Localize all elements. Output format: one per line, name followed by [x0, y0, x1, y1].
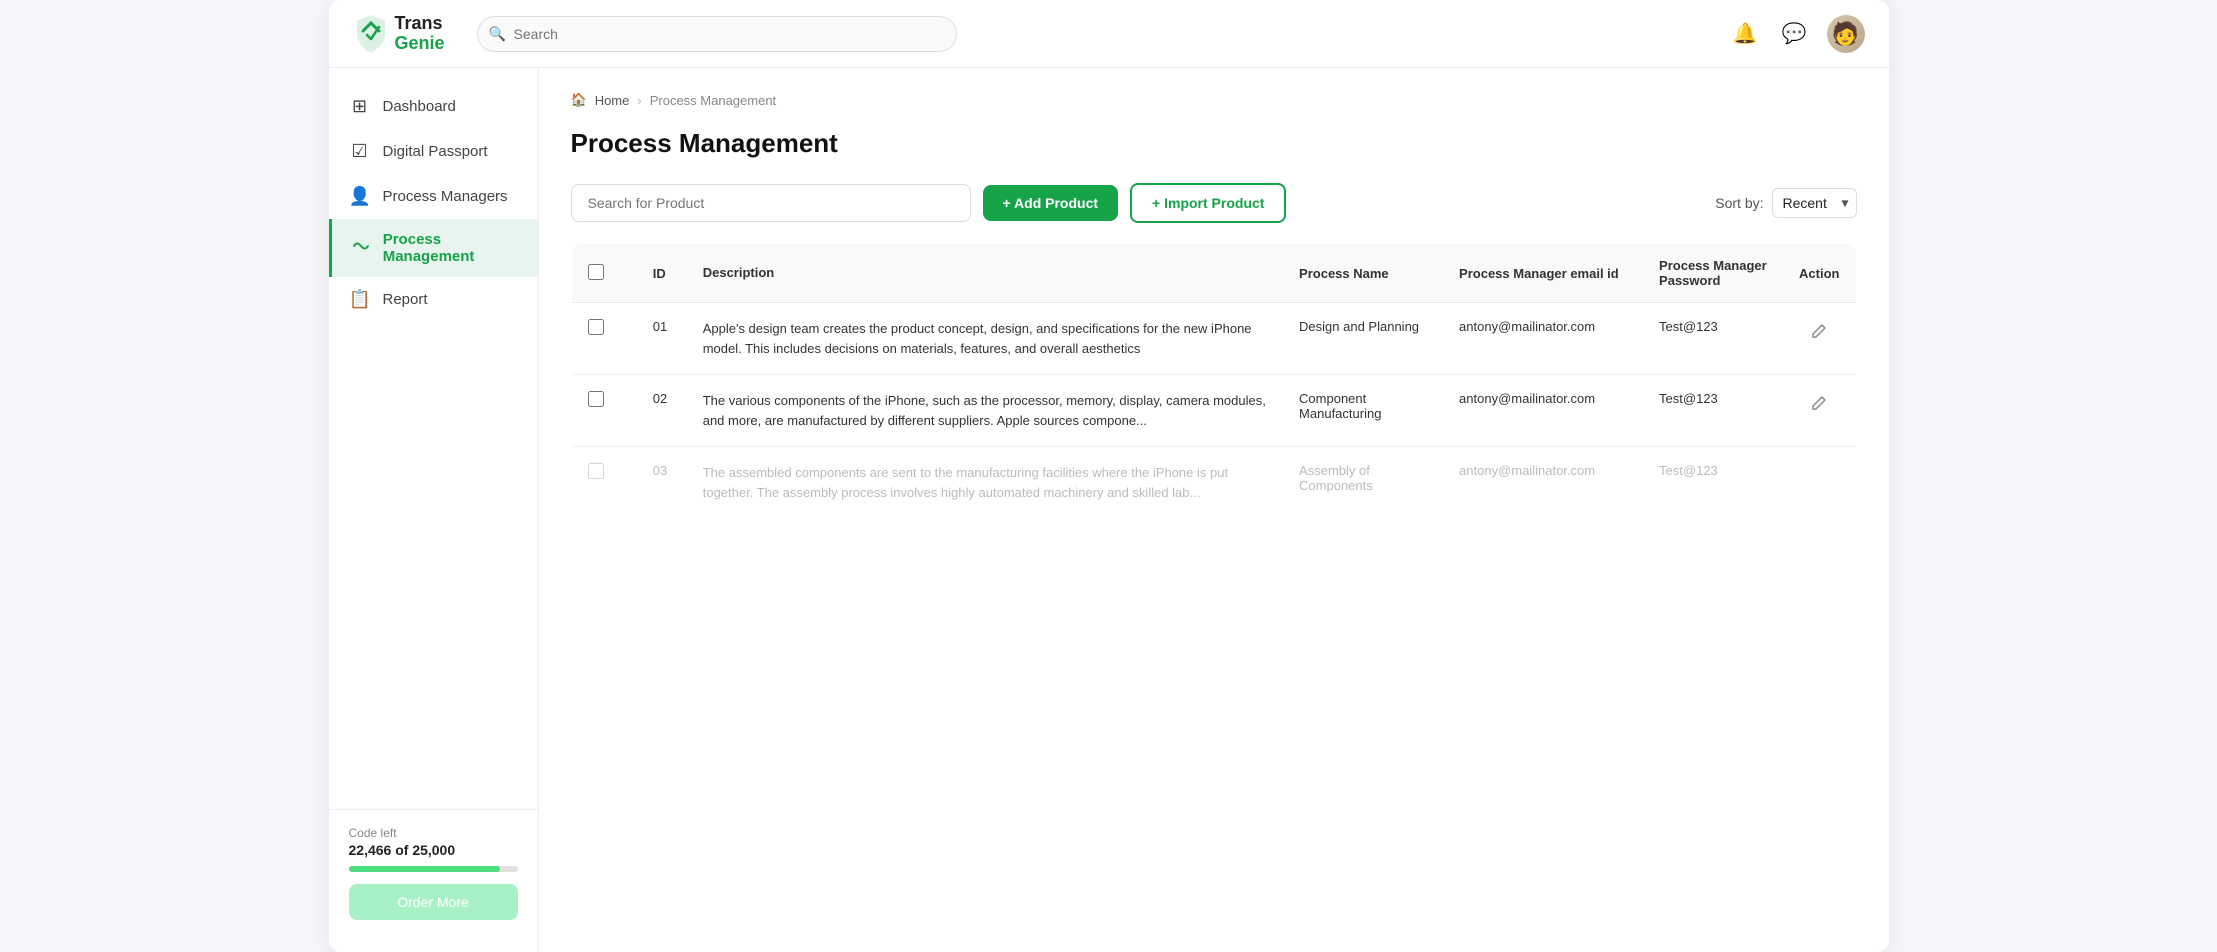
row1-process-name: Design and Planning	[1283, 303, 1443, 375]
row1-password: Test@123	[1643, 303, 1783, 375]
row3-password: Test@123	[1643, 447, 1783, 519]
row3-action	[1783, 447, 1856, 519]
sidebar-item-label: Process Management	[383, 231, 518, 265]
search-input[interactable]	[477, 16, 957, 52]
table-row: 02 The various components of the iPhone,…	[571, 375, 1856, 447]
sidebar-item-process-managers[interactable]: 👤 Process Managers	[329, 174, 538, 219]
row2-process-name: Component Manufacturing	[1283, 375, 1443, 447]
row1-email: antony@mailinator.com	[1443, 303, 1643, 375]
sidebar-item-dashboard[interactable]: ⊞ Dashboard	[329, 84, 538, 129]
sidebar-item-label: Dashboard	[383, 98, 456, 115]
main-content: 🏠 Home › Process Management Process Mana…	[539, 68, 1889, 952]
col-header-checkbox	[571, 244, 637, 303]
col-header-email: Process Manager email id	[1443, 244, 1643, 303]
col-header-password: Process Manager Password	[1643, 244, 1783, 303]
avatar[interactable]: 🧑	[1827, 15, 1865, 53]
row1-action	[1783, 303, 1856, 375]
sort-wrapper: Recent Oldest A-Z Z-A	[1772, 188, 1857, 218]
row2-description: The various components of the iPhone, su…	[687, 375, 1283, 447]
row2-checkbox[interactable]	[588, 391, 604, 407]
edit-icon	[1811, 323, 1827, 339]
col-header-id: ID	[637, 244, 687, 303]
search-bar: 🔍	[477, 16, 957, 52]
notification-button[interactable]: 🔔	[1729, 17, 1762, 50]
breadcrumb-current: Process Management	[650, 93, 776, 108]
page-title: Process Management	[571, 128, 1857, 159]
report-icon: 📋	[349, 289, 371, 310]
sort-by-label: Sort by:	[1715, 195, 1763, 211]
logo-text: TransGenie	[395, 14, 445, 54]
sidebar-item-label: Process Managers	[383, 188, 508, 205]
row2-id: 02	[637, 375, 687, 447]
row2-email: antony@mailinator.com	[1443, 375, 1643, 447]
row2-action	[1783, 375, 1856, 447]
row2-password: Test@123	[1643, 375, 1783, 447]
sidebar-item-report[interactable]: 📋 Report	[329, 277, 538, 322]
row3-checkbox[interactable]	[588, 463, 604, 479]
col-header-action: Action	[1783, 244, 1856, 303]
process-table: ID Description Process Name Process Mana…	[571, 243, 1857, 519]
table-header: ID Description Process Name Process Mana…	[571, 244, 1856, 303]
add-product-button[interactable]: + Add Product	[983, 185, 1119, 221]
sidebar-item-process-management[interactable]: Process Management	[329, 219, 538, 277]
table-row: 03 The assembled components are sent to …	[571, 447, 1856, 519]
order-more-button[interactable]: Order More	[349, 884, 518, 920]
logo-icon	[353, 13, 389, 55]
process-management-icon	[352, 237, 371, 260]
sidebar: ⊞ Dashboard ☑ Digital Passport 👤 Process…	[329, 68, 539, 952]
sort-by-container: Sort by: Recent Oldest A-Z Z-A	[1715, 188, 1856, 218]
topbar-actions: 🔔 💬 🧑	[1729, 15, 1865, 53]
row3-process-name: Assembly of Components	[1283, 447, 1443, 519]
col-header-process-name: Process Name	[1283, 244, 1443, 303]
breadcrumb: 🏠 Home › Process Management	[571, 92, 1857, 108]
breadcrumb-home-link[interactable]: Home	[595, 93, 630, 108]
top-bar: TransGenie 🔍 🔔 💬 🧑	[329, 0, 1889, 68]
row3-email: antony@mailinator.com	[1443, 447, 1643, 519]
table-body: 01 Apple's design team creates the produ…	[571, 303, 1856, 519]
process-managers-icon: 👤	[349, 186, 371, 207]
digital-passport-icon: ☑	[349, 141, 371, 162]
message-button[interactable]: 💬	[1778, 17, 1811, 50]
row1-edit-button[interactable]	[1807, 319, 1831, 348]
toolbar: + Add Product + Import Product Sort by: …	[571, 183, 1857, 223]
progress-bar-background	[349, 866, 518, 872]
table-row: 01 Apple's design team creates the produ…	[571, 303, 1856, 375]
code-left-label: Code left	[349, 826, 518, 840]
sidebar-item-label: Report	[383, 291, 428, 308]
main-area: ⊞ Dashboard ☑ Digital Passport 👤 Process…	[329, 68, 1889, 952]
home-icon: 🏠	[571, 92, 587, 108]
row3-id: 03	[637, 447, 687, 519]
row1-checkbox[interactable]	[588, 319, 604, 335]
col-header-description: Description	[687, 244, 1283, 303]
row1-id: 01	[637, 303, 687, 375]
product-search-input[interactable]	[571, 184, 971, 222]
table-header-row: ID Description Process Name Process Mana…	[571, 244, 1856, 303]
sidebar-item-label: Digital Passport	[383, 143, 488, 160]
search-icon: 🔍	[489, 25, 506, 42]
select-all-checkbox[interactable]	[588, 264, 604, 280]
row3-checkbox-cell	[571, 447, 637, 519]
row2-checkbox-cell	[571, 375, 637, 447]
sidebar-bottom: Code left 22,466 of 25,000 Order More	[329, 809, 538, 936]
breadcrumb-separator: ›	[637, 93, 641, 108]
progress-bar-fill	[349, 866, 501, 872]
sort-select[interactable]: Recent Oldest A-Z Z-A	[1772, 188, 1857, 218]
dashboard-icon: ⊞	[349, 96, 371, 117]
row1-checkbox-cell	[571, 303, 637, 375]
app-container: TransGenie 🔍 🔔 💬 🧑 ⊞ Dashboard ☑ Digital…	[329, 0, 1889, 952]
import-product-button[interactable]: + Import Product	[1130, 183, 1286, 223]
sidebar-item-digital-passport[interactable]: ☑ Digital Passport	[329, 129, 538, 174]
row2-edit-button[interactable]	[1807, 391, 1831, 420]
code-value: 22,466 of 25,000	[349, 842, 518, 858]
edit-icon	[1811, 395, 1827, 411]
row3-description: The assembled components are sent to the…	[687, 447, 1283, 519]
logo: TransGenie	[353, 13, 445, 55]
row1-description: Apple's design team creates the product …	[687, 303, 1283, 375]
